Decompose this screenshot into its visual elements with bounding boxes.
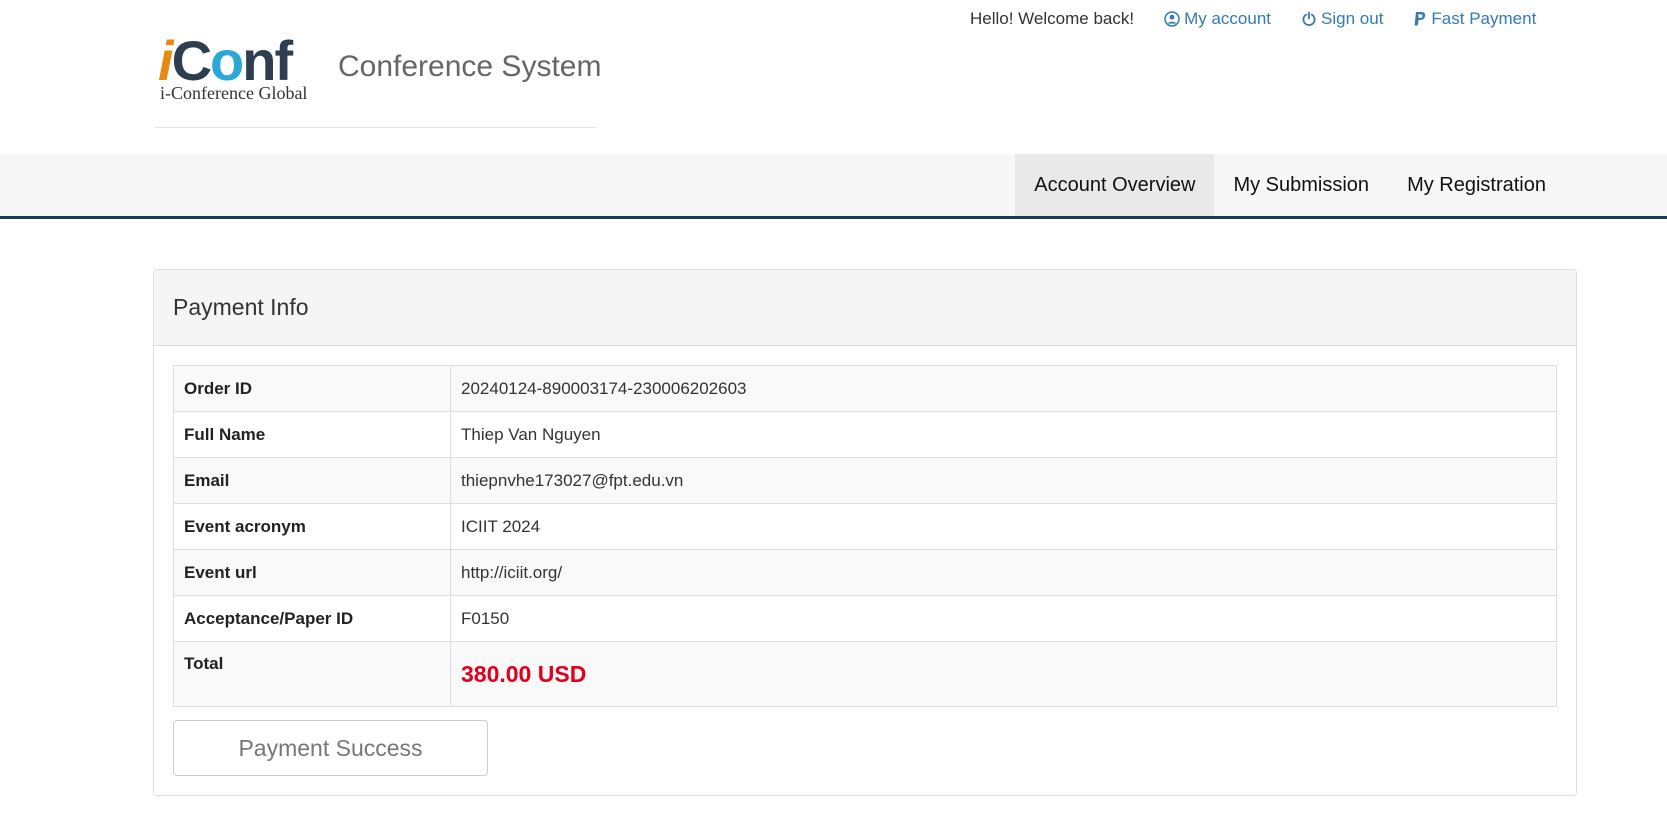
panel-title: Payment Info (154, 270, 1576, 346)
total-value: 380.00 USD (461, 660, 587, 687)
user-circle-icon (1164, 11, 1180, 27)
event-acronym-label: Event acronym (173, 503, 451, 550)
fast-payment-link[interactable]: Fast Payment (1413, 9, 1536, 29)
payment-info-table: Order ID 20240124-890003174-230006202603… (173, 365, 1557, 707)
main-navbar: Account Overview My Submission My Regist… (0, 154, 1667, 219)
table-row: Acceptance/Paper ID F0150 (173, 595, 1557, 642)
table-row: Event acronym ICIIT 2024 (173, 503, 1557, 550)
paypal-icon (1415, 12, 1426, 26)
payment-info-panel: Payment Info Order ID 20240124-890003174… (153, 269, 1577, 796)
power-icon (1302, 11, 1316, 26)
event-acronym-value: ICIIT 2024 (450, 503, 1557, 550)
table-row: Event url http://iciit.org/ (173, 549, 1557, 596)
table-row: Order ID 20240124-890003174-230006202603 (173, 365, 1557, 412)
email-value: thiepnvhe173027@fpt.edu.vn (450, 457, 1557, 504)
order-id-label: Order ID (173, 365, 451, 412)
tab-my-submission[interactable]: My Submission (1214, 154, 1388, 216)
table-row: Email thiepnvhe173027@fpt.edu.vn (173, 457, 1557, 504)
total-label: Total (173, 641, 451, 707)
sign-out-label: Sign out (1321, 9, 1384, 28)
sign-out-link[interactable]: Sign out (1301, 9, 1383, 29)
full-name-value: Thiep Van Nguyen (450, 411, 1557, 458)
my-account-label: My account (1184, 9, 1272, 28)
nav-tabs: Account Overview My Submission My Regist… (1015, 154, 1565, 216)
table-row: Total 380.00 USD (173, 641, 1557, 707)
event-url-value: http://iciit.org/ (450, 549, 1557, 596)
full-name-label: Full Name (173, 411, 451, 458)
fast-payment-label: Fast Payment (1431, 9, 1537, 28)
table-row: Full Name Thiep Van Nguyen (173, 411, 1557, 458)
my-account-link[interactable]: My account (1164, 9, 1271, 29)
paper-id-label: Acceptance/Paper ID (173, 595, 451, 642)
payment-success-button[interactable]: Payment Success (173, 720, 488, 776)
total-cell: 380.00 USD (450, 641, 1557, 707)
paper-id-value: F0150 (450, 595, 1557, 642)
event-url-label: Event url (173, 549, 451, 596)
tab-my-registration[interactable]: My Registration (1388, 154, 1565, 216)
email-label: Email (173, 457, 451, 504)
site-header: iConf i-Conference Global Conference Sys… (154, 28, 601, 128)
top-links: Hello! Welcome back! My account Sign out… (970, 9, 1536, 29)
tab-account-overview[interactable]: Account Overview (1015, 154, 1215, 216)
iconf-logo[interactable]: iConf i-Conference Global (156, 30, 324, 104)
order-id-value: 20240124-890003174-230006202603 (450, 365, 1557, 412)
logo-subtitle: i-Conference Global (160, 83, 308, 103)
welcome-text: Hello! Welcome back! (970, 9, 1135, 28)
site-title: Conference System (338, 50, 602, 83)
